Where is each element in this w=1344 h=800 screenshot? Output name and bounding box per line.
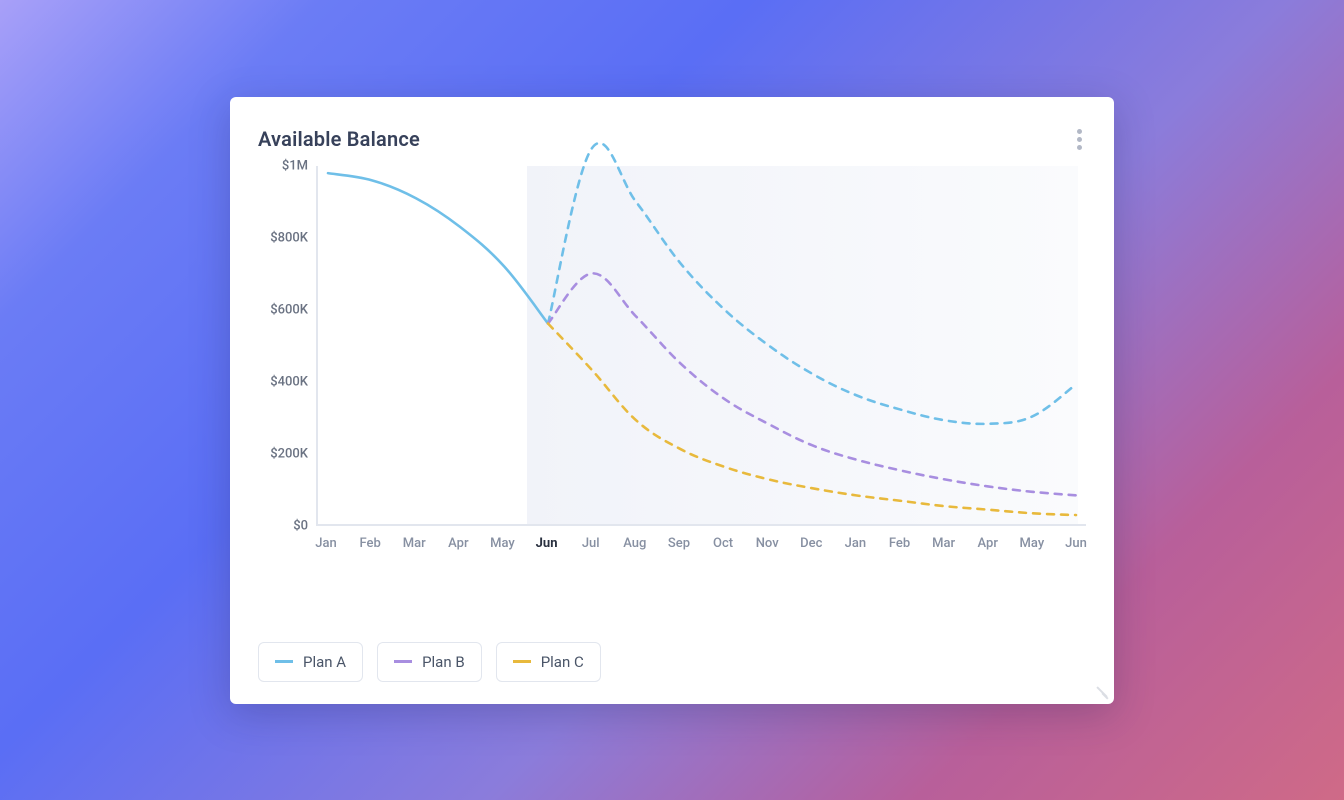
x-tick: Feb: [359, 536, 380, 551]
balance-card: Available Balance $0 $200K $400K $600K $800K…: [230, 97, 1114, 704]
x-tick: Aug: [623, 536, 646, 551]
y-tick: $600K: [270, 302, 308, 317]
card-title: Available Balance: [258, 127, 420, 151]
x-tick: Jun: [536, 536, 558, 551]
x-tick: Apr: [448, 536, 468, 551]
legend-swatch: [513, 660, 531, 663]
x-tick: Jan: [845, 536, 866, 551]
x-tick: Dec: [800, 536, 822, 551]
legend: Plan A Plan B Plan C: [258, 642, 1086, 682]
x-tick: Mar: [932, 536, 955, 551]
y-tick: $0: [293, 518, 308, 533]
chart-lines: [318, 166, 1086, 524]
x-tick: Feb: [889, 536, 910, 551]
x-tick: Mar: [403, 536, 426, 551]
series-plan-a: [548, 143, 1076, 424]
y-tick: $800K: [270, 230, 308, 245]
more-options-button[interactable]: [1073, 125, 1086, 154]
chart: $0$200K$400K$600K$800K$1M JanFebMarAprMa…: [258, 166, 1086, 586]
x-tick: Nov: [756, 536, 779, 551]
x-tick: Oct: [713, 536, 733, 551]
x-tick: Jun: [1065, 536, 1087, 551]
y-axis: $0$200K$400K$600K$800K$1M: [258, 166, 316, 526]
series-plan-b: [548, 273, 1076, 495]
x-tick: Jul: [582, 536, 600, 551]
legend-item-plan_a[interactable]: Plan A: [258, 642, 363, 682]
x-tick: Jan: [315, 536, 336, 551]
y-tick: $200K: [270, 446, 308, 461]
series-plan-c: [548, 323, 1076, 515]
legend-swatch: [394, 660, 412, 663]
legend-item-plan_b[interactable]: Plan B: [377, 642, 482, 682]
series-actual: [328, 173, 548, 323]
y-tick: $400K: [270, 374, 308, 389]
x-tick: May: [1020, 536, 1045, 551]
legend-item-plan_c[interactable]: Plan C: [496, 642, 601, 682]
card-header: Available Balance: [258, 125, 1086, 154]
x-tick: May: [490, 536, 515, 551]
legend-label: Plan B: [422, 653, 465, 671]
legend-label: Plan A: [303, 653, 346, 671]
plot-area: [316, 166, 1086, 526]
x-tick: Apr: [978, 536, 998, 551]
legend-label: Plan C: [541, 653, 584, 671]
x-tick: Sep: [668, 536, 690, 551]
resize-handle-icon[interactable]: [1092, 682, 1108, 698]
y-tick: $1M: [282, 158, 308, 173]
legend-swatch: [275, 660, 293, 663]
